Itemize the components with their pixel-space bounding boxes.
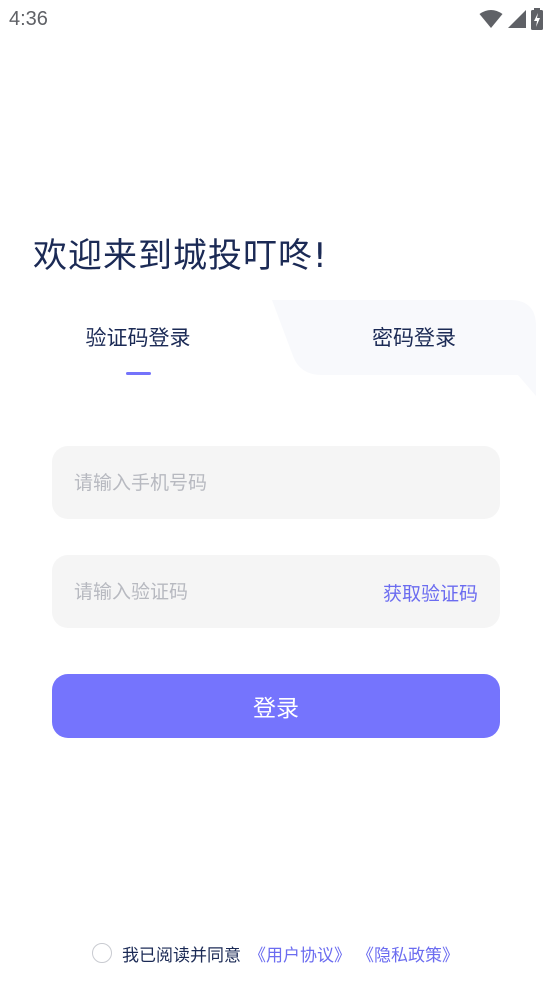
agree-checkbox[interactable] [92, 943, 112, 963]
tab-sms-login[interactable]: 验证码登录 [0, 322, 276, 352]
status-icons [479, 8, 543, 30]
battery-charging-icon [531, 8, 543, 30]
privacy-policy-link[interactable]: 《隐私政策》 [357, 941, 459, 966]
tab-password-login[interactable]: 密码登录 [276, 322, 551, 352]
status-time: 4:36 [9, 8, 48, 30]
code-field: 获取验证码 [52, 555, 500, 628]
tab-password-login-label: 密码登录 [372, 326, 456, 350]
agreement-row: 我已阅读并同意 《用户协议》 《隐私政策》 [0, 940, 551, 966]
active-tab-indicator [126, 372, 151, 375]
user-agreement-link[interactable]: 《用户协议》 [249, 941, 351, 966]
wifi-icon [479, 10, 503, 28]
welcome-title: 欢迎来到城投叮咚! [33, 236, 328, 276]
status-bar: 4:36 [0, 0, 551, 38]
login-tabs: 验证码登录 密码登录 [0, 300, 551, 400]
tab-sms-login-label: 验证码登录 [85, 326, 191, 350]
agree-text: 我已阅读并同意 [122, 945, 241, 966]
verification-code-input[interactable] [74, 555, 354, 628]
phone-field [52, 446, 500, 519]
cell-signal-icon [508, 10, 526, 28]
login-button[interactable]: 登录 [52, 674, 500, 738]
phone-input[interactable] [74, 446, 478, 519]
get-code-button[interactable]: 获取验证码 [383, 579, 478, 606]
